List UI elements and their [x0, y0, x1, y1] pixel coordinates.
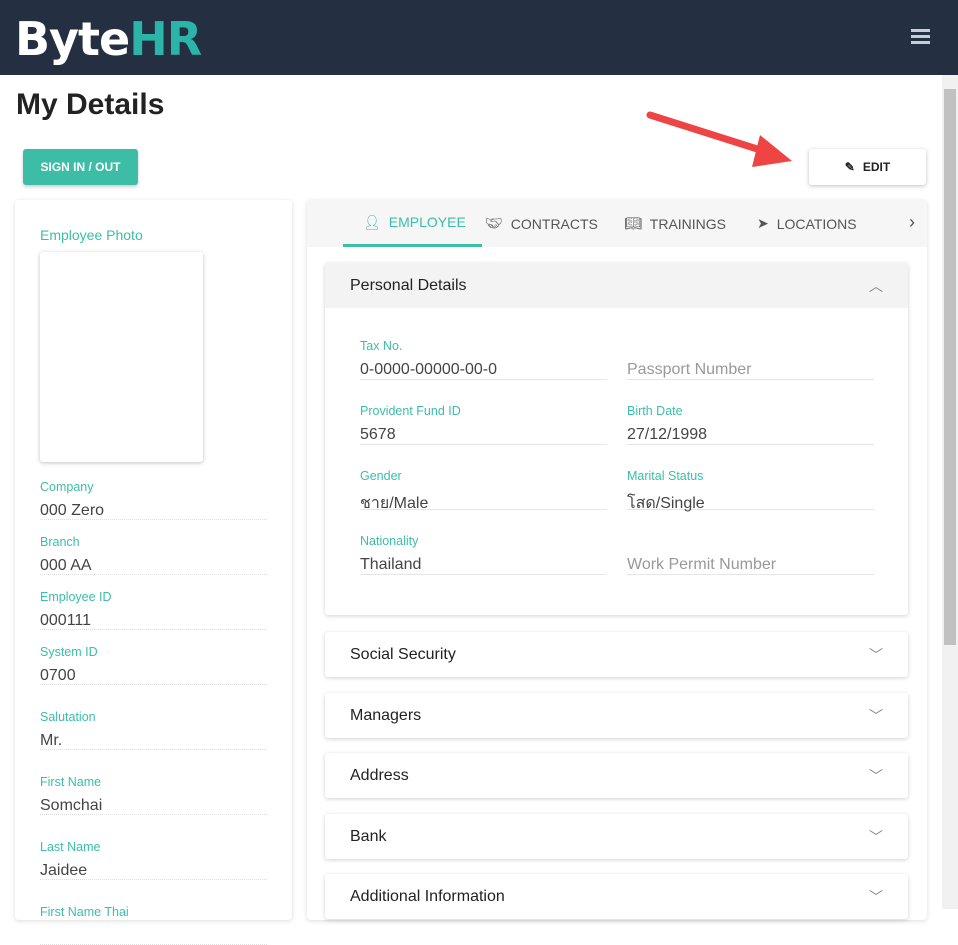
chevron-down-icon: ﹀	[869, 767, 883, 784]
employee-photo[interactable]	[40, 252, 203, 462]
location-arrow-icon: ➤	[757, 215, 769, 231]
section-bank[interactable]: Bank ﹀	[325, 814, 908, 859]
tab-contracts[interactable]: 🤝︎ CONTRACTS	[485, 200, 598, 247]
field-employee-id: Employee ID 000111	[40, 590, 267, 630]
book-icon: 📖︎	[624, 215, 642, 231]
chevron-up-icon: ︿	[869, 277, 883, 294]
field-branch: Branch 000 AA	[40, 535, 267, 575]
sign-in-out-button[interactable]: SIGN IN / OUT	[23, 149, 138, 185]
field-tax-no: Tax No. 0-0000-00000-00-0	[360, 339, 607, 380]
field-system-id: System ID 0700	[40, 645, 267, 685]
field-salutation: Salutation Mr.	[40, 710, 267, 750]
page-title: My Details	[16, 88, 165, 121]
hamburger-icon[interactable]	[911, 29, 930, 47]
handshake-icon: 🤝︎	[485, 215, 503, 231]
field-passport-number[interactable]: Passport Number	[627, 339, 874, 380]
scrollbar-thumb[interactable]	[944, 89, 956, 645]
details-card: 👤︎ EMPLOYEE 🤝︎ CONTRACTS 📖︎ TRAININGS ➤ LOCA…	[307, 200, 927, 920]
field-provident-fund-id: Provident Fund ID 5678	[360, 404, 607, 445]
pencil-icon: ✎	[844, 160, 855, 174]
field-nationality: Nationality Thailand	[360, 534, 607, 575]
field-first-name-thai: First Name Thai	[40, 905, 267, 945]
chevron-down-icon: ﹀	[869, 707, 883, 724]
field-first-name: First Name Somchai	[40, 775, 267, 815]
section-social-security[interactable]: Social Security ﹀	[325, 632, 908, 677]
chevron-down-icon: ﹀	[869, 646, 883, 663]
scrollbar[interactable]	[942, 75, 958, 909]
employee-photo-label: Employee Photo	[40, 227, 143, 243]
app-header: ByteHR	[0, 0, 958, 75]
section-managers[interactable]: Managers ﹀	[325, 693, 908, 738]
tab-bar: 👤︎ EMPLOYEE 🤝︎ CONTRACTS 📖︎ TRAININGS ➤ LOCA…	[307, 200, 927, 247]
field-work-permit-number[interactable]: Work Permit Number	[627, 534, 874, 575]
bytehr-logo[interactable]: ByteHR	[15, 12, 202, 66]
edit-button[interactable]: ✎ EDIT	[809, 149, 926, 185]
field-marital-status: Marital Status โสด/Single	[627, 469, 874, 512]
red-arrow-annotation	[646, 111, 792, 167]
field-last-name: Last Name Jaidee	[40, 840, 267, 880]
tab-trainings[interactable]: 📖︎ TRAININGS	[624, 200, 726, 247]
field-company: Company 000 Zero	[40, 480, 267, 520]
field-gender: Gender ชาย/Male	[360, 469, 607, 512]
tab-employee[interactable]: 👤︎ EMPLOYEE	[343, 200, 482, 247]
personal-details-header[interactable]: Personal Details ︿	[325, 263, 908, 308]
employee-summary-card: Employee Photo Company 000 Zero Branch 000…	[15, 200, 292, 945]
chevron-right-icon[interactable]: ›	[909, 212, 915, 233]
section-address[interactable]: Address ﹀	[325, 753, 908, 798]
section-additional-information[interactable]: Additional Information ﹀	[325, 874, 908, 919]
chevron-down-icon: ﹀	[869, 828, 883, 845]
tab-locations[interactable]: ➤ LOCATIONS	[757, 200, 857, 247]
personal-details-panel: Personal Details ︿ Tax No. 0-0000-00000-00…	[325, 263, 908, 615]
field-birth-date: Birth Date 27/12/1998	[627, 404, 874, 445]
person-icon: 👤︎	[363, 213, 381, 230]
chevron-down-icon: ﹀	[869, 888, 883, 905]
